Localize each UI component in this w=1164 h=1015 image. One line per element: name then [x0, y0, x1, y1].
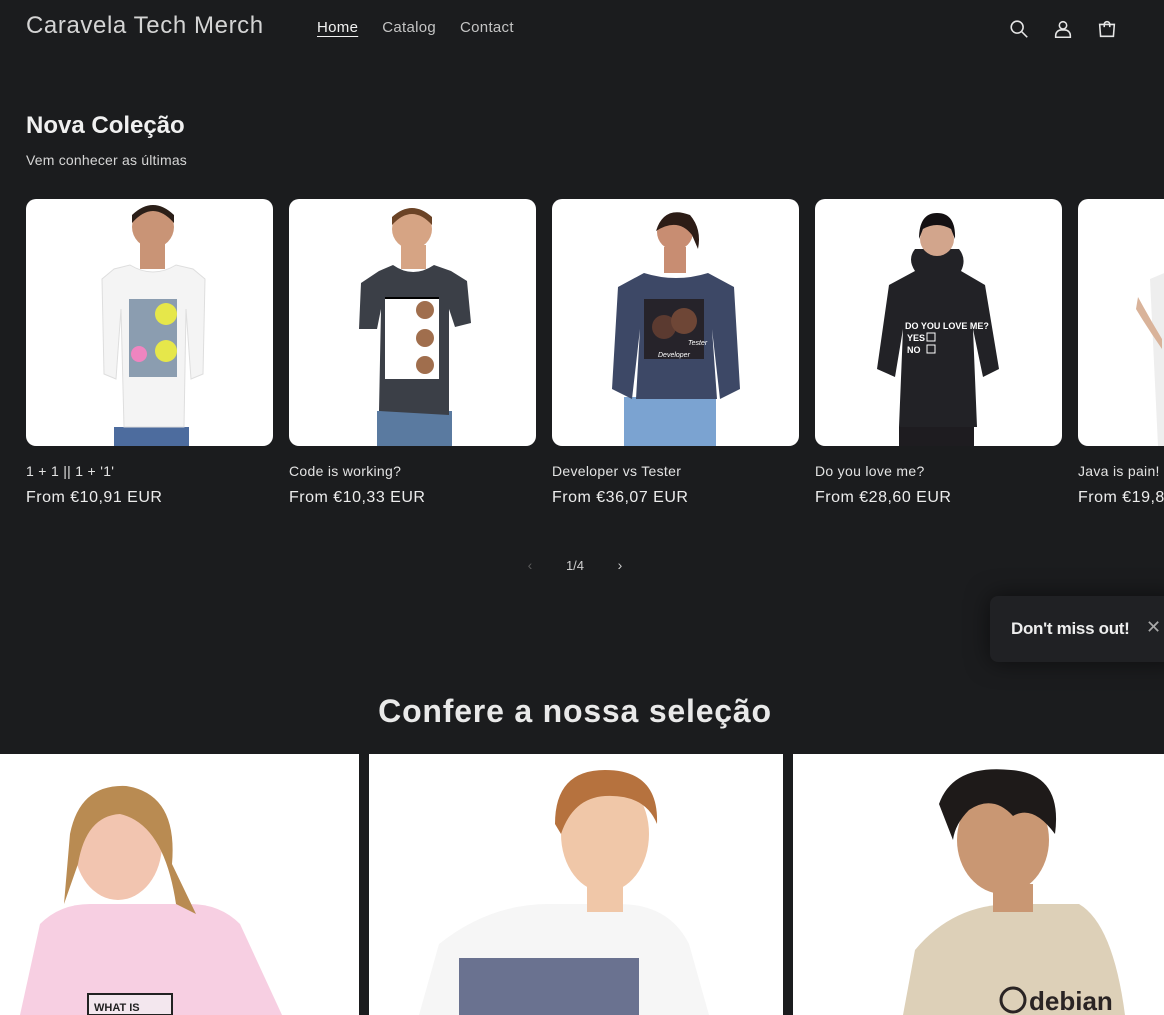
product-name[interactable]: Developer vs Tester — [552, 463, 799, 479]
product-price: From €10,33 EUR — [289, 489, 426, 506]
close-icon[interactable]: ✕ — [1146, 617, 1161, 638]
site-logo[interactable]: Caravela Tech Merch — [26, 12, 264, 40]
nav-contact[interactable]: Contact — [460, 19, 514, 36]
slider-pagination: ‹ 1/4 › — [520, 555, 630, 575]
product-card[interactable]: DO YOU LOVE ME? YES NO Do you love me? F… — [815, 199, 1062, 507]
dev-label: Developer — [658, 352, 691, 359]
product-name[interactable]: Code is working? — [289, 463, 536, 479]
hoodie-print-no: NO — [907, 345, 921, 355]
newsletter-popup[interactable]: Don't miss out! ✕ — [990, 596, 1164, 662]
product-price: From €19,8 — [1078, 489, 1164, 506]
product-image[interactable] — [1078, 199, 1164, 446]
product-image[interactable] — [289, 199, 536, 446]
product-image[interactable]: Developer Tester — [552, 199, 799, 446]
product-price: From €36,07 EUR — [552, 489, 689, 506]
nav-catalog[interactable]: Catalog — [382, 19, 436, 36]
account-icon[interactable] — [1050, 16, 1076, 42]
product-name[interactable]: 1 + 1 || 1 + '1' — [26, 463, 273, 479]
collection-title: Nova Coleção — [26, 112, 185, 139]
product-card[interactable]: 1 + 1 || 1 + '1' From €10,91 EUR — [26, 199, 273, 507]
header-icons — [1006, 16, 1120, 42]
main-nav: Home Catalog Contact — [317, 19, 514, 36]
product-image[interactable] — [26, 199, 273, 446]
selection-grid: WHAT IS debian — [0, 754, 1164, 1015]
hoodie-print-yes: YES — [907, 333, 925, 343]
cart-icon[interactable] — [1094, 16, 1120, 42]
selection-tile[interactable] — [369, 754, 783, 1015]
tile-print-what-is: WHAT IS — [94, 1002, 140, 1014]
product-name[interactable]: Java is pain! — [1078, 463, 1164, 479]
chevron-right-icon[interactable]: › — [610, 557, 630, 573]
product-slider: 1 + 1 || 1 + '1' From €10,91 EUR Code is… — [26, 199, 1164, 519]
product-price: From €10,91 EUR — [26, 489, 163, 506]
site-header: Caravela Tech Merch Home Catalog Contact — [0, 0, 1164, 58]
tile-print-debian: debian — [1029, 986, 1113, 1015]
product-price: From €28,60 EUR — [815, 489, 952, 506]
hoodie-print-line1: DO YOU LOVE ME? — [905, 321, 989, 331]
popup-text: Don't miss out! — [1011, 619, 1130, 638]
selection-title: Confere a nossa seleção — [378, 693, 772, 729]
selection-tile[interactable]: WHAT IS — [0, 754, 359, 1015]
chevron-left-icon[interactable]: ‹ — [520, 557, 540, 573]
product-image[interactable]: DO YOU LOVE ME? YES NO — [815, 199, 1062, 446]
nav-home[interactable]: Home — [317, 19, 358, 36]
search-icon[interactable] — [1006, 16, 1032, 42]
product-card[interactable]: Java is pain! From €19,8 — [1078, 199, 1164, 507]
tester-label: Tester — [688, 340, 708, 347]
page-counter: 1/4 — [565, 557, 585, 573]
collection-subtitle: Vem conhecer as últimas — [26, 152, 188, 168]
selection-tile[interactable]: debian — [793, 754, 1164, 1015]
product-card[interactable]: Developer Tester Developer vs Tester Fro… — [552, 199, 799, 507]
product-name[interactable]: Do you love me? — [815, 463, 1062, 479]
product-card[interactable]: Code is working? From €10,33 EUR — [289, 199, 536, 507]
